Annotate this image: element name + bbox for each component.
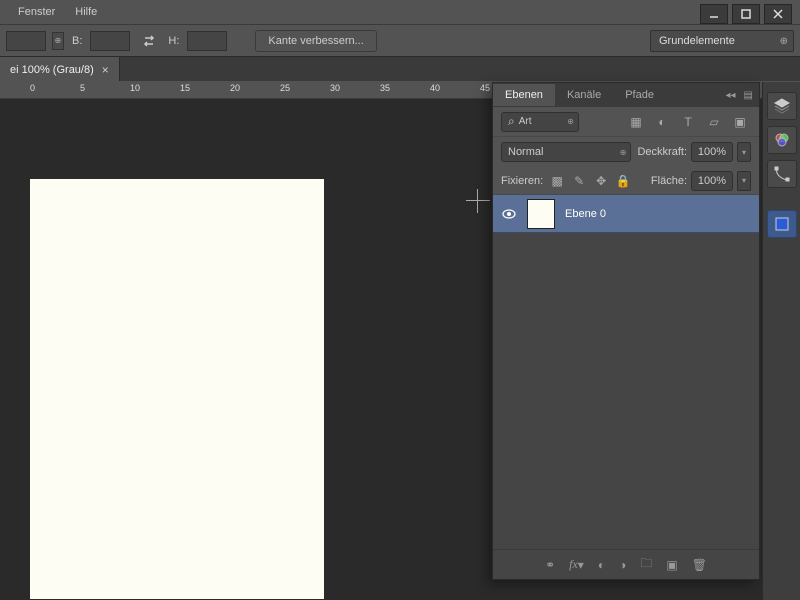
right-dock — [762, 82, 800, 600]
layer-filter-row: Art ▦ ◐ T ▱ ▣ — [493, 107, 759, 137]
layer-name[interactable]: Ebene 0 — [565, 208, 606, 220]
tab-paths[interactable]: Pfade — [613, 84, 666, 106]
fill-dropdown-arrow[interactable]: ▾ — [737, 171, 751, 191]
paths-dock-icon[interactable] — [767, 160, 797, 188]
filter-pixel-icon[interactable]: ▦ — [625, 112, 647, 132]
menu-window[interactable]: Fenster — [8, 2, 65, 22]
delete-layer-icon[interactable]: 🗑 — [692, 558, 707, 572]
ruler-tick: 25 — [280, 83, 290, 93]
layer-row[interactable]: Ebene 0 — [493, 195, 759, 233]
layer-list: Ebene 0 — [493, 195, 759, 549]
unknown-value-1[interactable] — [6, 31, 46, 51]
ruler-tick: 0 — [30, 83, 35, 93]
minimize-button[interactable] — [700, 4, 728, 24]
new-layer-icon[interactable]: ▣ — [666, 558, 677, 572]
ruler-tick: 5 — [80, 83, 85, 93]
fill-value: 100% — [698, 175, 726, 187]
layers-panel: Ebenen Kanäle Pfade ◂◂ ▤ Art ▦ ◐ T ▱ ▣ N… — [492, 82, 760, 580]
blend-mode-label: Normal — [508, 146, 543, 158]
dropdown-arrow-icon[interactable]: ⊕ — [52, 32, 64, 50]
ruler-tick: 30 — [330, 83, 340, 93]
height-label: H: — [168, 35, 179, 47]
adjustment-icon[interactable]: ◑ — [619, 558, 626, 572]
maximize-button[interactable] — [732, 4, 760, 24]
lock-label: Fixieren: — [501, 175, 543, 187]
ruler-tick: 40 — [430, 83, 440, 93]
menubar: Fenster Hilfe — [0, 0, 800, 24]
fx-icon[interactable]: fx▾ — [569, 557, 584, 572]
layer-thumbnail[interactable] — [527, 199, 555, 229]
group-icon[interactable]: 🗀 — [640, 554, 652, 575]
swap-icon[interactable] — [138, 34, 160, 48]
opacity-dropdown-arrow[interactable]: ▾ — [737, 142, 751, 162]
filter-shape-icon[interactable]: ▱ — [703, 112, 725, 132]
panel-menu-icon[interactable]: ▤ — [742, 88, 755, 103]
document-tab-title: ei 100% (Grau/8) — [10, 64, 94, 76]
width-label: B: — [72, 35, 82, 47]
ruler-tick: 15 — [180, 83, 190, 93]
close-tab-icon[interactable]: × — [102, 63, 109, 77]
tab-layers[interactable]: Ebenen — [493, 84, 555, 106]
fill-label: Fläche: — [651, 175, 687, 187]
blend-mode-dropdown[interactable]: Normal — [501, 142, 631, 162]
fill-input[interactable]: 100% — [691, 171, 733, 191]
refine-edge-button[interactable]: Kante verbessern... — [255, 30, 376, 52]
filter-type-label: Art — [519, 116, 532, 127]
lock-row: Fixieren: ▩ ✎ ✥ 🔒 Fläche: 100% ▾ — [493, 167, 759, 195]
filter-type-dropdown[interactable]: Art — [501, 112, 579, 132]
link-layers-icon[interactable]: ⚭ — [545, 558, 555, 572]
mask-icon[interactable]: ◐ — [598, 558, 605, 572]
lock-transparency-icon[interactable]: ▩ — [549, 173, 565, 189]
lock-pixels-icon[interactable]: ✎ — [571, 173, 587, 189]
panel-collapse-icon[interactable]: ◂◂ — [724, 88, 738, 103]
ruler-tick: 45 — [480, 83, 490, 93]
lock-all-icon[interactable]: 🔒 — [615, 173, 631, 189]
tab-channels[interactable]: Kanäle — [555, 84, 613, 106]
filter-smart-icon[interactable]: ▣ — [729, 112, 751, 132]
opacity-value: 100% — [698, 146, 726, 158]
close-button[interactable] — [764, 4, 792, 24]
opacity-label: Deckkraft: — [637, 146, 687, 158]
height-input[interactable] — [187, 31, 227, 51]
panel-footer: ⚭ fx▾ ◐ ◑ 🗀 ▣ 🗑 — [493, 549, 759, 579]
ruler-tick: 20 — [230, 83, 240, 93]
blend-row: Normal Deckkraft: 100% ▾ — [493, 137, 759, 167]
layers-dock-icon[interactable] — [767, 92, 797, 120]
visibility-eye-icon[interactable] — [501, 206, 517, 222]
width-input[interactable] — [90, 31, 130, 51]
preset-dropdown[interactable]: Grundelemente — [650, 30, 794, 52]
channels-dock-icon[interactable] — [767, 126, 797, 154]
ruler-tick: 35 — [380, 83, 390, 93]
filter-type-icon[interactable]: T — [677, 112, 699, 132]
document-tab[interactable]: ei 100% (Grau/8) × — [0, 57, 120, 81]
opacity-input[interactable]: 100% — [691, 142, 733, 162]
crosshair-cursor-icon — [466, 189, 490, 213]
menu-help[interactable]: Hilfe — [65, 2, 107, 22]
ruler-tick: 10 — [130, 83, 140, 93]
document-tabstrip: ei 100% (Grau/8) × — [0, 57, 800, 81]
lock-position-icon[interactable]: ✥ — [593, 173, 609, 189]
filter-adjustment-icon[interactable]: ◐ — [651, 112, 673, 132]
options-bar: ⊕ B: H: Kante verbessern... Grundelement… — [0, 24, 800, 57]
preset-label: Grundelemente — [659, 35, 735, 47]
document-canvas[interactable] — [30, 179, 324, 599]
color-dock-icon[interactable] — [767, 210, 797, 238]
panel-tabs: Ebenen Kanäle Pfade ◂◂ ▤ — [493, 83, 759, 107]
